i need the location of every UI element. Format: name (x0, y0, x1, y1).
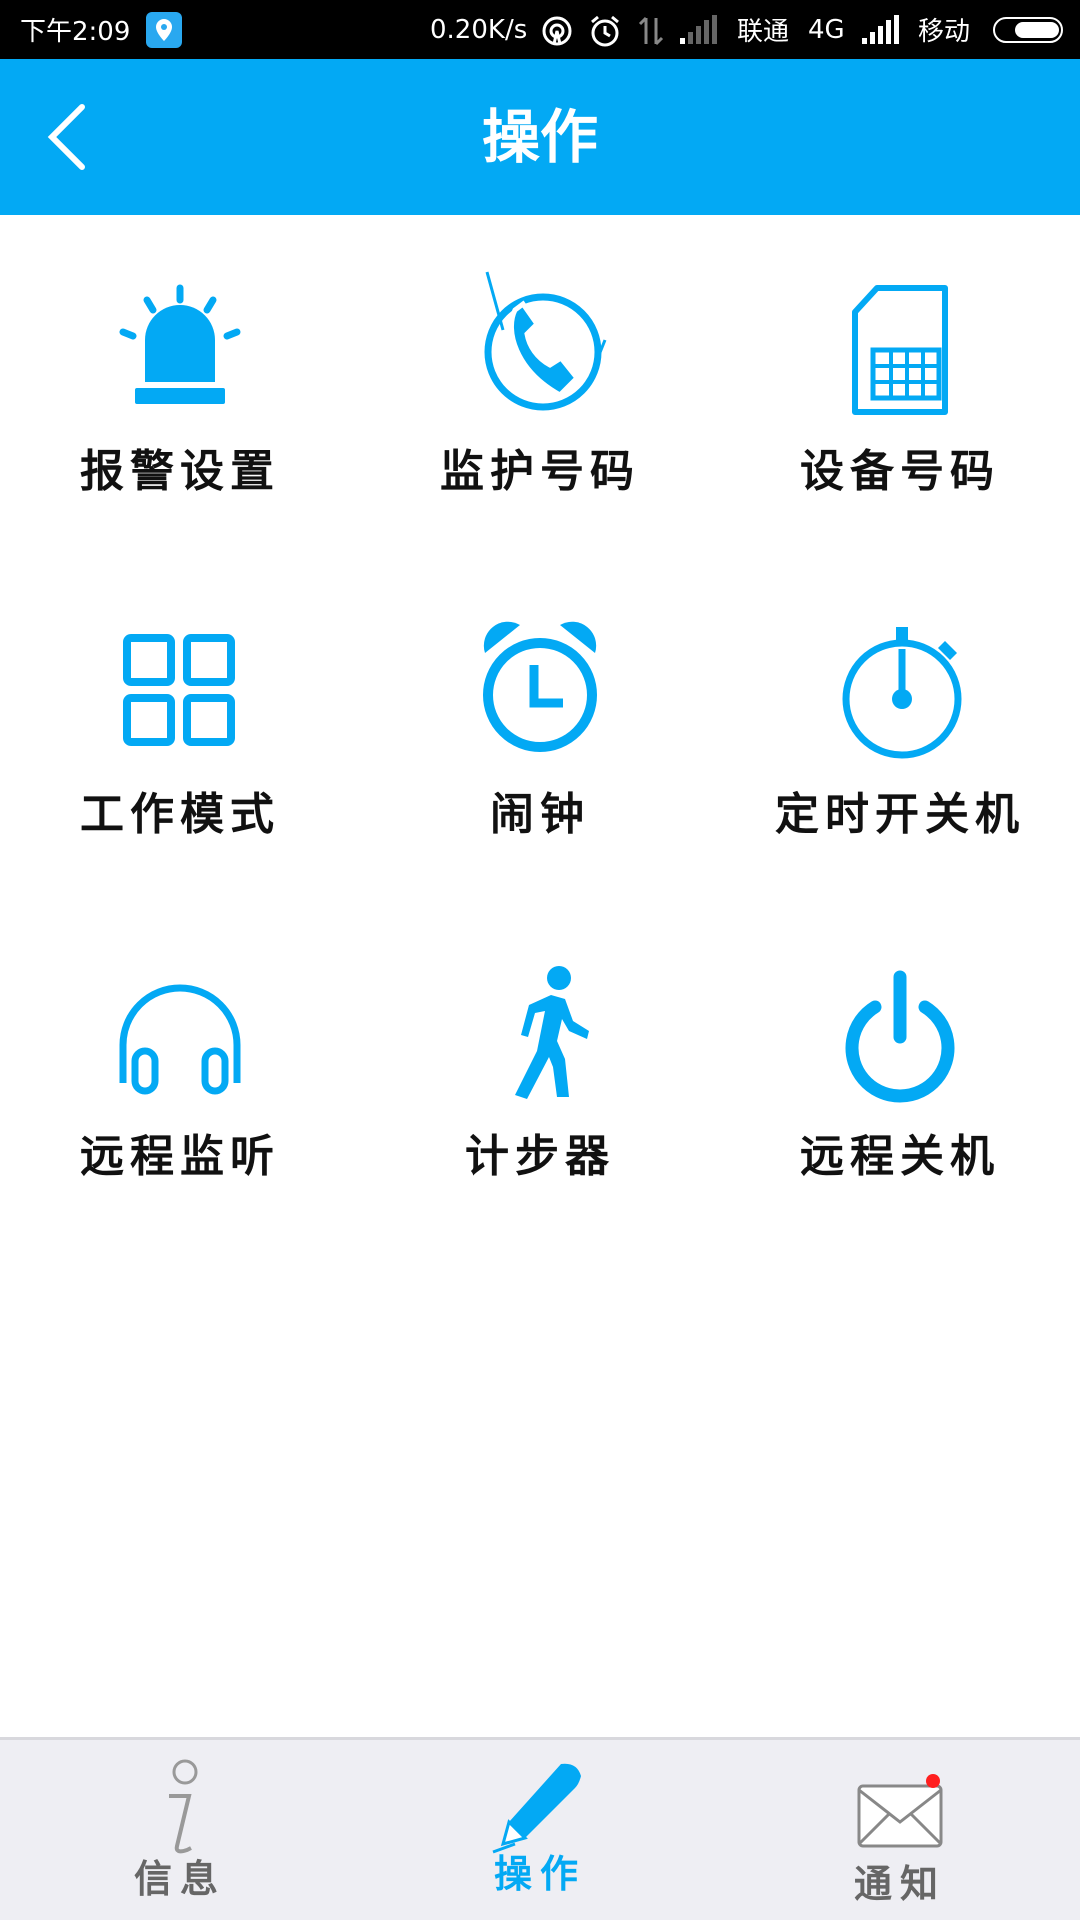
alarm-light-icon (119, 284, 241, 404)
grid-item-alarm-settings[interactable]: 报警设置 (0, 270, 360, 570)
status-time: 下午2:09 (20, 17, 131, 47)
grid-icon (123, 634, 235, 746)
grid-item-remote-shutdown[interactable]: 远程关机 (720, 955, 1080, 1255)
network-type: 4G (808, 14, 845, 45)
power-icon (845, 970, 955, 1103)
alarm-clock-icon (483, 621, 597, 752)
grid-item-guardian-number[interactable]: 监护号码 (360, 270, 720, 570)
network-speed: 0.20K/s (430, 14, 528, 45)
nav-item-operation[interactable]: 操作 (360, 1740, 720, 1920)
carrier-name-2: 移动 (918, 17, 971, 47)
grid-item-label: 设备号码 (800, 446, 1000, 497)
data-transfer-icon (638, 16, 664, 46)
notification-badge (926, 1774, 940, 1788)
grid-item-work-mode[interactable]: 工作模式 (0, 613, 360, 913)
grid-item-alarm-clock[interactable]: 闹钟 (360, 613, 720, 913)
grid-item-scheduled-power[interactable]: 定时开关机 (720, 613, 1080, 913)
grid-item-label: 报警设置 (80, 446, 280, 497)
grid-item-pedometer[interactable]: 计步器 (360, 955, 720, 1255)
alarm-status-icon (591, 15, 619, 47)
grid-item-label: 闹钟 (490, 789, 590, 840)
grid-item-label: 定时开关机 (775, 789, 1025, 840)
signal-weak-icon (680, 15, 717, 44)
nav-label: 信息 (133, 1857, 226, 1901)
grid-item-label: 远程监听 (80, 1131, 280, 1182)
page-title: 操作 (481, 103, 598, 171)
status-bar: 下午2:09 0.20K/s 联通 4G 移动 (0, 0, 1080, 59)
nav-label: 通知 (853, 1862, 946, 1906)
back-button[interactable] (30, 87, 130, 187)
sim-card-icon (852, 285, 948, 415)
hotspot-icon (542, 16, 572, 46)
grid-item-label: 远程关机 (800, 1131, 1000, 1182)
carrier-name-1: 联通 (737, 17, 790, 47)
phone-icon (484, 271, 607, 411)
grid-item-label: 监护号码 (440, 446, 640, 497)
app-header: 操作 (0, 59, 1080, 215)
location-app-icon (146, 12, 182, 48)
grid-item-remote-listen[interactable]: 远程监听 (0, 955, 360, 1255)
bottom-nav: 信息 操作 通知 (0, 1737, 1080, 1920)
chevron-left-icon (47, 104, 85, 170)
nav-item-info[interactable]: 信息 (0, 1740, 360, 1920)
stopwatch-icon (842, 627, 962, 759)
walking-icon (515, 966, 589, 1099)
headphones-icon (119, 984, 241, 1095)
grid-item-label: 计步器 (465, 1131, 615, 1182)
grid-item-device-number[interactable]: 设备号码 (720, 270, 1080, 570)
nav-label: 操作 (493, 1852, 586, 1896)
signal-strong-icon (862, 15, 899, 44)
battery-icon (993, 17, 1063, 43)
nav-item-notice[interactable]: 通知 (720, 1740, 1080, 1920)
grid-item-label: 工作模式 (80, 789, 280, 840)
